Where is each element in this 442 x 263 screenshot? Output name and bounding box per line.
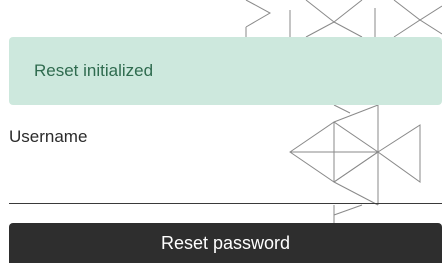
reset-status-alert: Reset initialized	[9, 37, 442, 105]
alert-message: Reset initialized	[34, 61, 154, 80]
username-input[interactable]	[9, 150, 442, 204]
reset-password-button[interactable]: Reset password	[9, 223, 442, 263]
username-label: Username	[9, 127, 88, 146]
